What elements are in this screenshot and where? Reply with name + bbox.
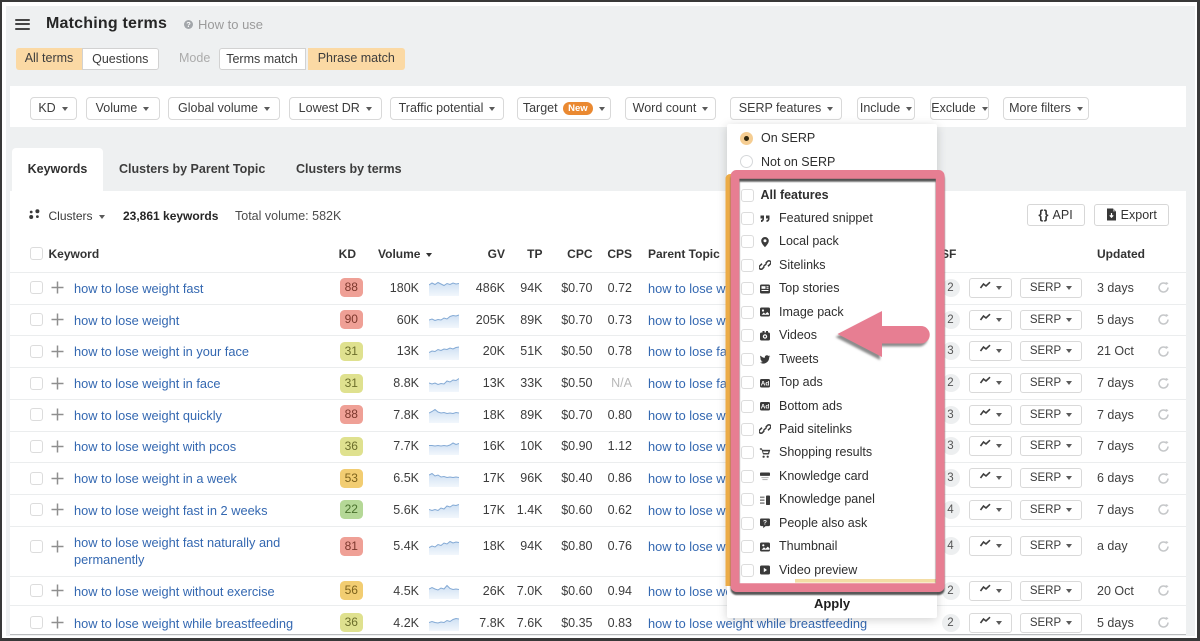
svg-text:Ad: Ad — [760, 380, 769, 387]
svg-text:Ad: Ad — [760, 404, 769, 411]
svg-text:?: ? — [763, 520, 767, 527]
